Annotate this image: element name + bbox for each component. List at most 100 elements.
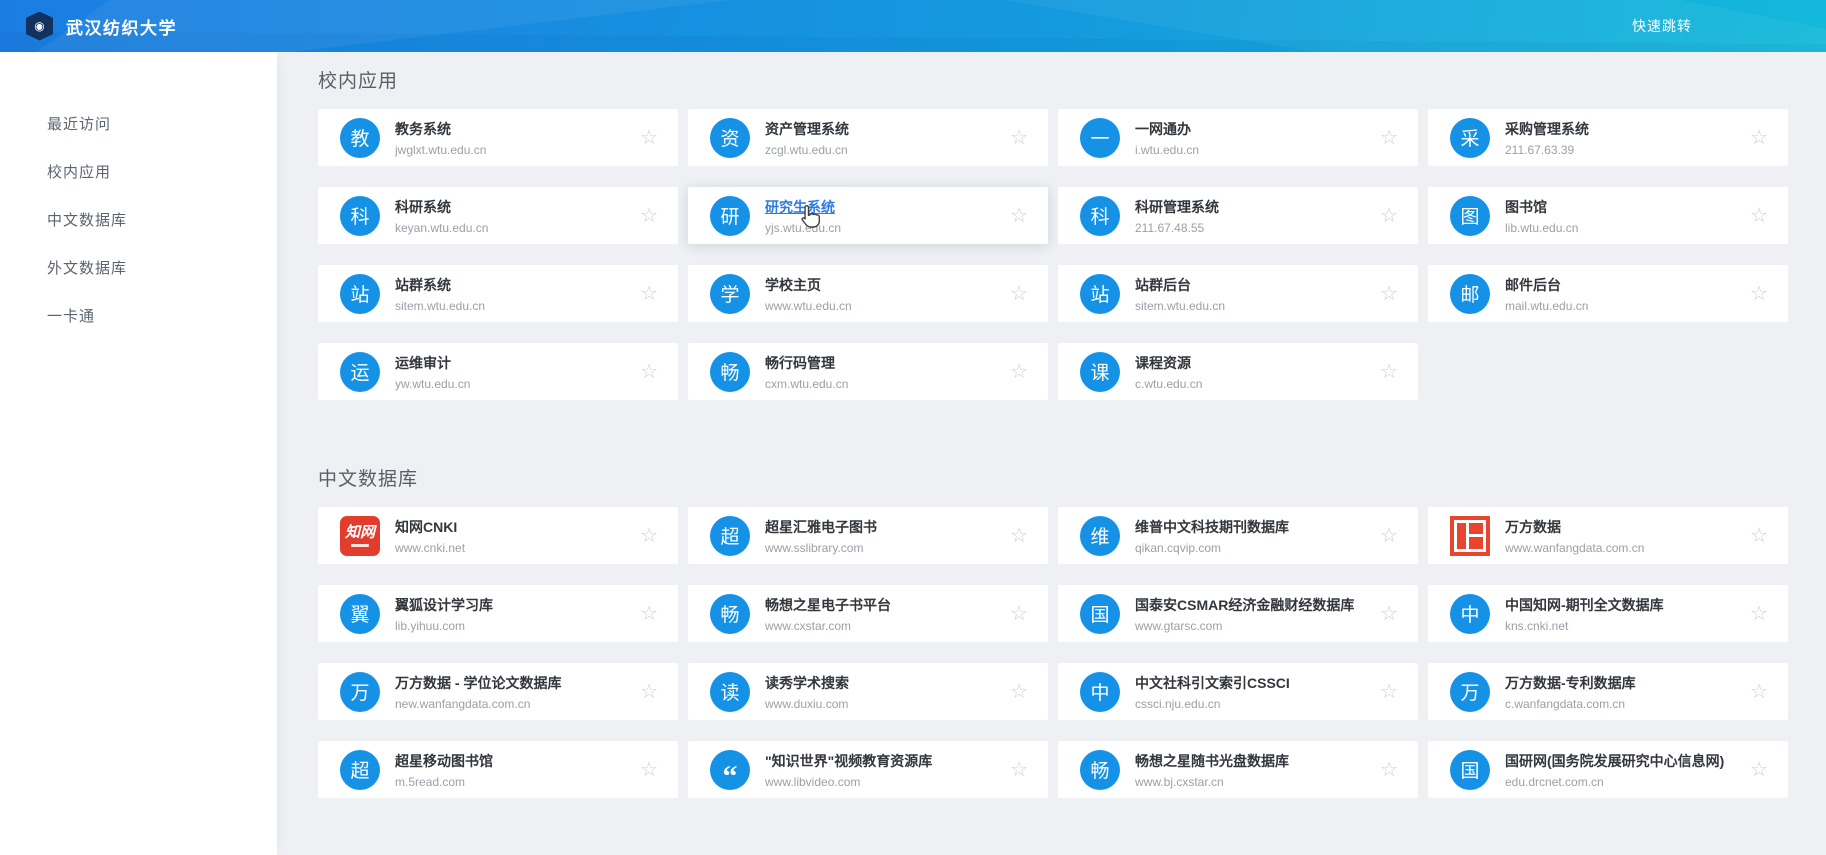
favorite-star-icon[interactable]: ☆ [1010,362,1028,382]
sidebar-item-one-card[interactable]: 一卡通 [0,291,277,339]
favorite-star-icon[interactable]: ☆ [1380,604,1398,624]
favorite-star-icon[interactable]: ☆ [640,206,658,226]
favorite-star-icon[interactable]: ☆ [1010,526,1028,546]
app-card[interactable]: 科 科研管理系统 211.67.48.55 ☆ [1058,187,1418,244]
favorite-star-icon[interactable]: ☆ [640,604,658,624]
sidebar-item-recent-visits[interactable]: 最近访问 [0,99,277,147]
app-url: m.5read.com [395,774,466,789]
app-title: 中文社科引文索引CSSCI [1135,674,1290,691]
favorite-star-icon[interactable]: ☆ [1750,128,1768,148]
favorite-star-icon[interactable]: ☆ [1750,284,1768,304]
app-card[interactable]: 万方数据 www.wanfangdata.com.cn ☆ [1428,507,1788,564]
favorite-star-icon[interactable]: ☆ [1380,760,1398,780]
app-title: 图书馆 [1505,198,1547,215]
app-card[interactable]: 研 研究生系统 yjs.wtu.edu.cn ☆ [688,187,1048,244]
app-url: yjs.wtu.edu.cn [765,220,842,235]
app-card[interactable]: “ "知识世界"视频教育资源库 www.libvideo.com ☆ [688,741,1048,798]
sidebar-item-foreign-databases[interactable]: 外文数据库 [0,243,277,291]
favorite-star-icon[interactable]: ☆ [1380,526,1398,546]
app-card[interactable]: 国 国研网(国务院发展研究中心信息网) edu.drcnet.com.cn ☆ [1428,741,1788,798]
app-card[interactable]: 站 站群系统 sitem.wtu.edu.cn ☆ [318,265,678,322]
app-icon: 科 [1080,195,1120,236]
app-icon: 科 [340,195,380,236]
app-card[interactable]: 采 采购管理系统 211.67.63.39 ☆ [1428,109,1788,166]
app-card[interactable]: 超 超星移动图书馆 m.5read.com ☆ [318,741,678,798]
favorite-star-icon[interactable]: ☆ [1010,284,1028,304]
app-icon: 超 [340,749,380,790]
app-card[interactable]: 站 站群后台 sitem.wtu.edu.cn ☆ [1058,265,1418,322]
app-card[interactable]: 教 教务系统 jwglxt.wtu.edu.cn ☆ [318,109,678,166]
app-card[interactable]: 读 读秀学术搜索 www.duxiu.com ☆ [688,663,1048,720]
app-card[interactable]: 万 万方数据-专利数据库 c.wanfangdata.com.cn ☆ [1428,663,1788,720]
favorite-star-icon[interactable]: ☆ [640,760,658,780]
favorite-star-icon[interactable]: ☆ [1380,362,1398,382]
app-url: lib.yihuu.com [395,618,466,633]
app-card[interactable]: 畅 畅想之星随书光盘数据库 www.bj.cxstar.cn ☆ [1058,741,1418,798]
favorite-star-icon[interactable]: ☆ [1380,284,1398,304]
app-card[interactable]: 中 中国知网-期刊全文数据库 kns.cnki.net ☆ [1428,585,1788,642]
app-url: i.wtu.edu.cn [1135,142,1200,157]
app-title: 维普中文科技期刊数据库 [1135,518,1289,535]
app-card[interactable]: 国 国泰安CSMAR经济金融财经数据库 www.gtarsc.com ☆ [1058,585,1418,642]
app-title: 采购管理系统 [1505,120,1589,137]
favorite-star-icon[interactable]: ☆ [1750,526,1768,546]
favorite-star-icon[interactable]: ☆ [1750,682,1768,702]
app-url: new.wanfangdata.com.cn [395,696,531,711]
app-card[interactable]: 科 科研系统 keyan.wtu.edu.cn ☆ [318,187,678,244]
app-card[interactable]: 维 维普中文科技期刊数据库 qikan.cqvip.com ☆ [1058,507,1418,564]
favorite-star-icon[interactable]: ☆ [1010,760,1028,780]
favorite-star-icon[interactable]: ☆ [640,682,658,702]
app-card[interactable]: 图 图书馆 lib.wtu.edu.cn ☆ [1428,187,1788,244]
app-card[interactable]: 资 资产管理系统 zcgl.wtu.edu.cn ☆ [688,109,1048,166]
app-url: kns.cnki.net [1505,618,1569,633]
app-grid: 知网 知网CNKI www.cnki.net ☆ 超 超星汇雅电子图书 www.… [318,507,1788,798]
top-header: ◉ 武汉纺织大学 快速跳转 [0,0,1826,52]
app-icon: 资 [710,117,750,158]
app-card[interactable]: 课 课程资源 c.wtu.edu.cn ☆ [1058,343,1418,400]
favorite-star-icon[interactable]: ☆ [640,128,658,148]
app-icon: 国 [1080,593,1120,634]
favorite-star-icon[interactable]: ☆ [640,362,658,382]
app-title: 站群系统 [395,276,451,293]
app-icon: 万 [340,671,380,712]
app-card[interactable]: 畅 畅想之星电子书平台 www.cxstar.com ☆ [688,585,1048,642]
sidebar-item-chinese-databases[interactable]: 中文数据库 [0,195,277,243]
app-title: 翼狐设计学习库 [395,596,493,613]
app-title: 邮件后台 [1505,276,1561,293]
favorite-star-icon[interactable]: ☆ [1380,128,1398,148]
sidebar-item-label: 一卡通 [47,307,96,325]
app-card[interactable]: 运 运维审计 yw.wtu.edu.cn ☆ [318,343,678,400]
app-title: 学校主页 [765,276,821,293]
favorite-star-icon[interactable]: ☆ [1380,206,1398,226]
app-icon: 一 [1080,117,1120,158]
app-card[interactable]: 畅 畅行码管理 cxm.wtu.edu.cn ☆ [688,343,1048,400]
app-card[interactable]: 邮 邮件后台 mail.wtu.edu.cn ☆ [1428,265,1788,322]
favorite-star-icon[interactable]: ☆ [1010,206,1028,226]
favorite-star-icon[interactable]: ☆ [640,526,658,546]
app-title: 科研管理系统 [1135,198,1219,215]
favorite-star-icon[interactable]: ☆ [1750,206,1768,226]
main-content: 校内应用 教 教务系统 jwglxt.wtu.edu.cn ☆ 资 资产管理系统… [277,52,1826,855]
app-card[interactable]: 中 中文社科引文索引CSSCI cssci.nju.edu.cn ☆ [1058,663,1418,720]
app-url: c.wtu.edu.cn [1135,376,1203,391]
app-title: 畅想之星电子书平台 [765,596,891,613]
app-icon: 畅 [710,593,750,634]
quick-jump-button[interactable]: 快速跳转 [1632,16,1692,36]
app-card[interactable]: 知网 知网CNKI www.cnki.net ☆ [318,507,678,564]
sidebar-item-campus-apps[interactable]: 校内应用 [0,147,277,195]
app-card[interactable]: 学 学校主页 www.wtu.edu.cn ☆ [688,265,1048,322]
app-url: keyan.wtu.edu.cn [395,220,489,235]
app-url: www.libvideo.com [765,774,861,789]
favorite-star-icon[interactable]: ☆ [1750,760,1768,780]
app-card[interactable]: 一 一网通办 i.wtu.edu.cn ☆ [1058,109,1418,166]
favorite-star-icon[interactable]: ☆ [1380,682,1398,702]
favorite-star-icon[interactable]: ☆ [1750,604,1768,624]
app-card[interactable]: 翼 翼狐设计学习库 lib.yihuu.com ☆ [318,585,678,642]
favorite-star-icon[interactable]: ☆ [1010,604,1028,624]
favorite-star-icon[interactable]: ☆ [1010,128,1028,148]
app-title: 畅想之星随书光盘数据库 [1135,752,1289,769]
favorite-star-icon[interactable]: ☆ [640,284,658,304]
favorite-star-icon[interactable]: ☆ [1010,682,1028,702]
app-card[interactable]: 万 万方数据 - 学位论文数据库 new.wanfangdata.com.cn … [318,663,678,720]
app-card[interactable]: 超 超星汇雅电子图书 www.sslibrary.com ☆ [688,507,1048,564]
